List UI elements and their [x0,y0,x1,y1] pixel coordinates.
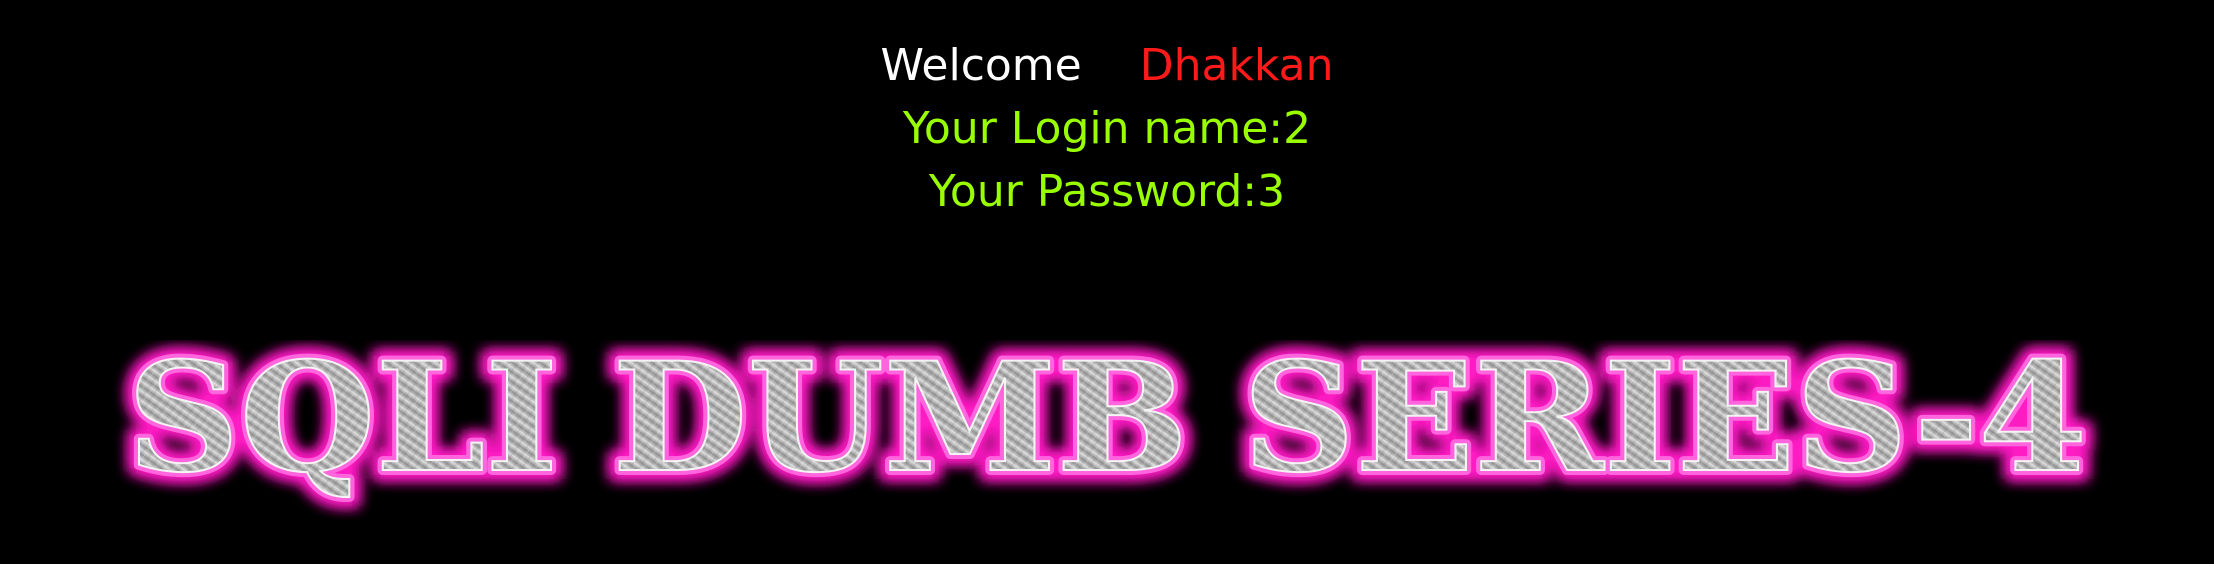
username-text: Dhakkan [1139,40,1334,91]
series-banner: SQLI DUMB SERIES-4 SQLI DUMB SERIES-4 SQ… [0,340,2214,520]
welcome-line: Welcome Dhakkan [0,34,2214,97]
series-banner-graphic: SQLI DUMB SERIES-4 SQLI DUMB SERIES-4 SQ… [118,340,2096,515]
login-info: Welcome Dhakkan Your Login name:2 Your Pa… [0,34,2214,223]
password-line: Your Password:3 [928,166,1286,217]
banner-title-text: SQLI DUMB SERIES-4 [127,340,2087,506]
login-name-line: Your Login name:2 [902,103,1312,154]
welcome-text: Welcome [880,40,1082,91]
